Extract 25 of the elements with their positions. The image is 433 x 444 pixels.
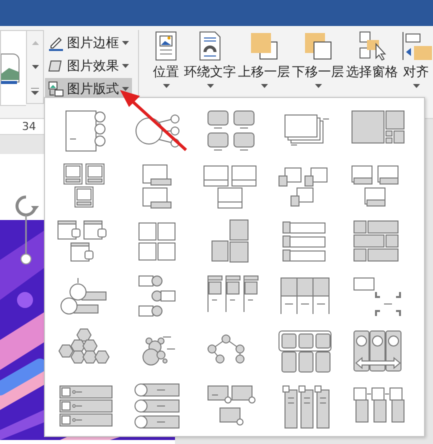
- ribbon-large-button[interactable]: 上移一层: [237, 30, 291, 88]
- ruler-number: 34: [22, 120, 36, 133]
- rotation-handle[interactable]: [13, 194, 39, 266]
- bring-forward-icon: [248, 30, 280, 62]
- caret-icon: [122, 41, 129, 45]
- ribbon-large-button[interactable]: 选择窗格: [345, 30, 399, 88]
- caret-icon: [412, 84, 420, 88]
- expand-icon: [31, 88, 39, 94]
- ribbon-large-button[interactable]: 环绕文字: [183, 30, 237, 88]
- shape-effect-icon: [48, 58, 64, 74]
- pencil-icon: [48, 35, 64, 51]
- caret-icon: [314, 84, 322, 88]
- ribbon-large-button[interactable]: 位置: [149, 30, 183, 88]
- ribbon-menu-button[interactable]: 图片边框: [45, 32, 132, 54]
- ribbon-menu-button[interactable]: 图片效果: [45, 55, 132, 77]
- caret-icon: [122, 64, 129, 68]
- ribbon-large-button[interactable]: 对齐: [399, 30, 433, 88]
- down-triangle-icon: [32, 65, 38, 69]
- caret-icon: [260, 84, 268, 88]
- ribbon-large-button[interactable]: 下移一层: [291, 30, 345, 88]
- send-backward-icon: [302, 30, 334, 62]
- caret-icon: [162, 84, 170, 88]
- picture-style-gallery[interactable]: [0, 30, 26, 106]
- up-triangle-icon: [32, 41, 38, 45]
- caret-icon: [206, 84, 214, 88]
